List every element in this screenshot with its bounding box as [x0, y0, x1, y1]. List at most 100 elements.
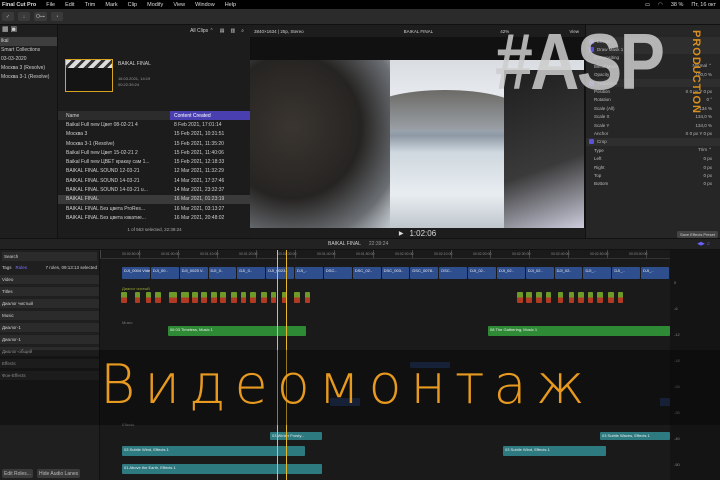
dialogue-clip[interactable]	[240, 292, 247, 303]
import-button[interactable]: ✓	[2, 12, 14, 21]
effects-clip[interactable]: 01 Above the Earth, Effects 1	[122, 464, 322, 474]
column-content-created[interactable]: Content Created	[170, 111, 251, 121]
dialogue-clip[interactable]	[516, 292, 523, 303]
menu-view[interactable]: View	[173, 2, 185, 8]
menu-mark[interactable]: Mark	[105, 2, 117, 8]
primary-clip[interactable]: DJI_02..	[496, 267, 525, 279]
primary-clip[interactable]: DJI_0023..	[266, 267, 295, 279]
dialogue-clip[interactable]	[545, 292, 552, 303]
dialogue-clip[interactable]	[557, 292, 564, 303]
inspector-value[interactable]: 0 px	[703, 173, 720, 178]
dialogue-clip[interactable]	[201, 292, 208, 303]
primary-clip[interactable]: DJI_0004 Video	[122, 267, 150, 279]
list-item[interactable]: Москва 3 15 Feb 2021, 10:31:51	[58, 130, 251, 139]
library-item[interactable]: 03-03-2020	[0, 55, 57, 64]
timeline-ruler[interactable]: 00:00:50:00 00:01:00:00 00:01:10:00 00:01:2…	[100, 250, 670, 259]
edit-roles-button[interactable]: Edit Roles...	[2, 469, 33, 478]
primary-clip[interactable]: DJI_0025 V..	[179, 267, 208, 279]
role-item[interactable]: Диалог-1	[0, 323, 99, 332]
effects-clip[interactable]: 03 Subtle Waves, Effects 1	[600, 432, 670, 440]
primary-clip[interactable]: DJI_0..	[237, 267, 266, 279]
menu-clip[interactable]: Clip	[128, 2, 137, 8]
background-tasks-icon[interactable]: ◔	[50, 12, 63, 21]
keywords-button[interactable]: O⊶	[34, 12, 47, 21]
download-icon[interactable]: ↓	[18, 12, 30, 21]
inspector-value[interactable]: X 0 px Y 0 px	[685, 131, 720, 136]
list-item[interactable]: BAIKAL FINAL SOUND 14-03-21 14 Mar 2021, …	[58, 176, 251, 185]
inspector-value[interactable]: 0 px	[703, 165, 720, 170]
primary-clip[interactable]: DJI_02..	[525, 267, 554, 279]
dialogue-clip[interactable]	[181, 292, 190, 303]
list-item[interactable]: BAIKAL FINAL Без цвета южатие... 16 Mar 2…	[58, 213, 251, 222]
clock[interactable]: Пт, 16 окт	[691, 2, 716, 8]
list-item[interactable]: Baikal Full new ЦВЕТ кракау сам 1... 15 F…	[58, 157, 251, 166]
list-item[interactable]: BAIKAL FINAL 16 Mar 2021, 01:23:19	[58, 194, 251, 204]
dialogue-clip[interactable]	[168, 292, 178, 303]
dialogue-clip[interactable]	[210, 292, 217, 303]
menu-edit[interactable]: Edit	[65, 2, 74, 8]
tab-roles[interactable]: Roles	[16, 265, 28, 270]
primary-clip[interactable]: DJI_..	[612, 267, 641, 279]
primary-clip[interactable]: DJI_..	[583, 267, 612, 279]
primary-clip[interactable]: DSC_0078..	[410, 267, 439, 279]
inspector-value[interactable]: 134,0 %	[695, 123, 720, 128]
dialogue-clip[interactable]	[261, 292, 267, 303]
list-item[interactable]: BAIKAL FINAL SOUND 12-03-21 12 Mar 2021, …	[58, 167, 251, 176]
dialogue-clip[interactable]	[191, 292, 198, 303]
effects-clip[interactable]: 03 Subtle Wind, Effects 1	[503, 446, 606, 456]
menu-modify[interactable]: Modify	[147, 2, 163, 8]
inspector-value[interactable]: 0 px	[703, 156, 720, 161]
dialogue-clip[interactable]	[597, 292, 603, 303]
dialogue-clip[interactable]	[220, 292, 227, 303]
inspector-row[interactable]: Left 0 px	[586, 154, 720, 162]
primary-clip[interactable]: DSC_003..	[381, 267, 410, 279]
audio-skimming-icon[interactable]: ◀▶ ♫	[697, 241, 710, 247]
role-item[interactable]: Music	[0, 311, 99, 320]
library-item[interactable]: Smart Collections	[0, 46, 57, 55]
dialogue-clip[interactable]	[536, 292, 542, 303]
inspector-row[interactable]: Type Trim ⌃	[586, 146, 720, 154]
display-icon[interactable]: ▭	[645, 2, 650, 8]
dialogue-clip[interactable]	[526, 292, 533, 303]
dialogue-clip[interactable]	[578, 292, 584, 303]
primary-clip[interactable]: DSC_02..	[352, 267, 381, 279]
list-item[interactable]: Москва 3-1 (Resolve) 15 Feb 2021, 11:35:2…	[58, 139, 251, 148]
inspector-row[interactable]: Anchor X 0 px Y 0 px	[586, 129, 720, 137]
menu-help[interactable]: Help	[225, 2, 236, 8]
battery-status[interactable]: 38 %	[671, 2, 684, 8]
role-item[interactable]: Video	[0, 275, 99, 284]
primary-clip[interactable]: DJI_..	[295, 267, 323, 279]
dialogue-clip[interactable]	[155, 292, 161, 303]
inspector-row[interactable]: Top 0 px	[586, 171, 720, 179]
inspector-value[interactable]: 134,0 %	[695, 114, 720, 119]
dialogue-clip[interactable]	[608, 292, 614, 303]
primary-clip[interactable]: DJI_0..	[208, 267, 237, 279]
library-item[interactable]: Москва 3 (Resolve)	[0, 64, 57, 73]
list-item[interactable]: BAIKAL FINAL Без цвета ProRes... 16 Mar 2…	[58, 204, 251, 213]
tab-tags[interactable]: Tags	[2, 265, 12, 270]
app-menu[interactable]: Final Cut Pro	[2, 2, 36, 8]
dialogue-clip[interactable]	[145, 292, 152, 303]
index-search[interactable]: Search	[2, 252, 97, 261]
dialogue-clip[interactable]	[587, 292, 594, 303]
role-item[interactable]: Диалог-1	[0, 335, 99, 344]
list-item[interactable]: Baikal Full new Цвет 15-02-21 2 15 Feb 20…	[58, 148, 251, 157]
project-thumbnail[interactable]	[65, 59, 113, 92]
list-item[interactable]: BAIKAL FINAL SOUND 14-03-21 u... 14 Mar 2…	[58, 185, 251, 194]
dialogue-clip[interactable]	[568, 292, 575, 303]
dialogue-clip[interactable]	[134, 292, 141, 303]
inspector-row[interactable]: Right 0 px	[586, 163, 720, 171]
dialogue-clip[interactable]	[293, 292, 300, 303]
play-button[interactable]: ▶	[399, 230, 404, 237]
primary-clip[interactable]: DJI_02..	[468, 267, 496, 279]
inspector-row[interactable]: Crop	[586, 137, 720, 147]
save-effects-preset-button[interactable]: Save Effects Preset	[676, 231, 718, 238]
library-item[interactable]: ikal	[0, 37, 57, 46]
dialogue-clip[interactable]	[304, 292, 311, 303]
dialogue-clip[interactable]	[617, 292, 624, 303]
dialogue-clip[interactable]	[270, 292, 277, 303]
menu-file[interactable]: File	[46, 2, 55, 8]
music-clip[interactable]: 08 The Gathering, Music 1	[488, 326, 670, 336]
primary-clip[interactable]: DJI_00..	[150, 267, 179, 279]
dialogue-clip[interactable]	[121, 292, 127, 303]
